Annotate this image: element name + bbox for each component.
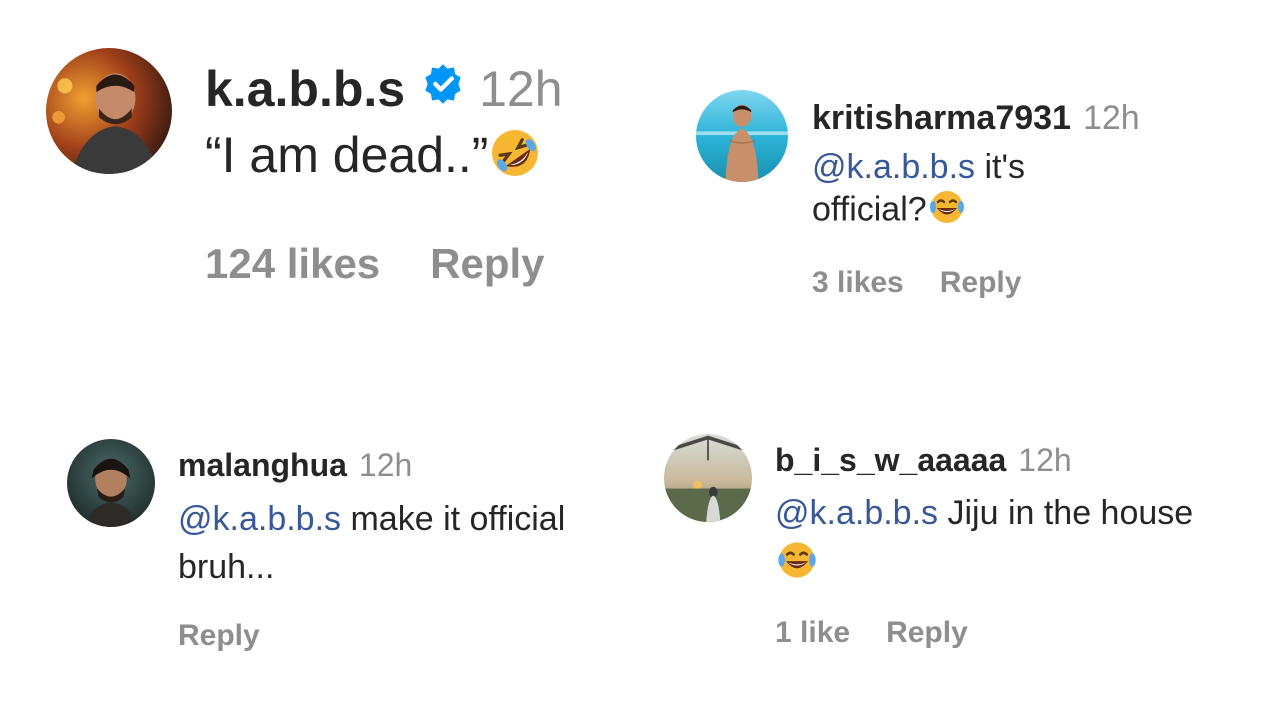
- mention-link[interactable]: @k.a.b.b.s: [178, 500, 341, 538]
- timestamp: 12h: [479, 61, 563, 117]
- timestamp: 12h: [1018, 441, 1072, 478]
- likes-count[interactable]: 1 like: [775, 616, 850, 650]
- avatar[interactable]: [46, 48, 172, 174]
- comment-text-content: “I am dead..”: [205, 127, 489, 184]
- username[interactable]: k.a.b.b.s: [205, 60, 405, 118]
- reply-button[interactable]: Reply: [940, 266, 1022, 300]
- timestamp: 12h: [358, 446, 413, 483]
- avatar[interactable]: [664, 434, 752, 522]
- face-with-tears-of-joy-icon: [927, 187, 967, 236]
- verified-badge-icon: [421, 60, 465, 118]
- avatar[interactable]: [696, 90, 788, 182]
- face-with-tears-of-joy-icon: [775, 538, 819, 596]
- mention-link[interactable]: @k.a.b.b.s: [812, 148, 975, 186]
- username[interactable]: kritisharma7931: [812, 99, 1071, 138]
- likes-count[interactable]: 3 likes: [812, 266, 904, 300]
- comment-text: @k.a.b.b.s it's official?: [812, 148, 1140, 236]
- reply-button[interactable]: Reply: [886, 616, 968, 650]
- rolling-on-floor-laughing-icon: [488, 126, 542, 192]
- comment-text: @k.a.b.b.s make it official bruh...: [178, 495, 638, 591]
- reply-button[interactable]: Reply: [178, 619, 260, 653]
- avatar[interactable]: [67, 439, 155, 527]
- comment-text: @k.a.b.b.s Jiju in the house: [775, 488, 1255, 596]
- timestamp: 12h: [1082, 98, 1140, 137]
- username[interactable]: malanghua: [178, 447, 347, 484]
- comment-text-content: Jiju in the house: [938, 494, 1194, 532]
- likes-count[interactable]: 124 likes: [205, 240, 380, 288]
- comment-text: “I am dead..”: [205, 126, 563, 192]
- reply-button[interactable]: Reply: [430, 240, 544, 288]
- username[interactable]: b_i_s_w_aaaaa: [775, 442, 1006, 479]
- mention-link[interactable]: @k.a.b.b.s: [775, 494, 938, 532]
